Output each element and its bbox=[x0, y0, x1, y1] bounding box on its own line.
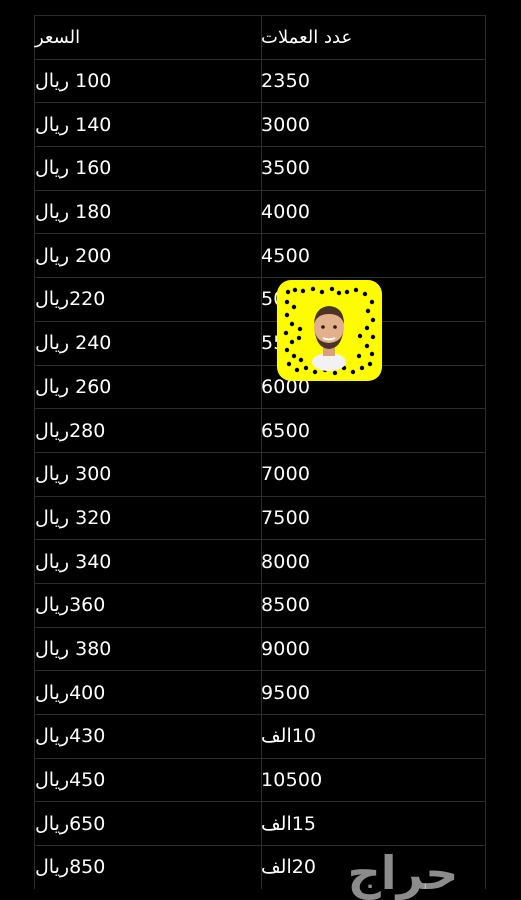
coins-cell: 10الف bbox=[261, 725, 316, 748]
coins-cell: 7000 bbox=[261, 463, 311, 486]
price-cell: 180 ريال bbox=[35, 201, 112, 224]
coins-cell: 4500 bbox=[261, 244, 311, 267]
table-row: 3000 140 ريال bbox=[34, 102, 486, 147]
snapcode-graphic bbox=[283, 286, 376, 376]
snapcode-icon[interactable] bbox=[277, 280, 382, 381]
price-cell: 220ريال bbox=[35, 288, 106, 311]
coins-cell: 4000 bbox=[261, 201, 311, 224]
table-row: 7500 320 ريال bbox=[34, 495, 486, 540]
coins-cell: 6500 bbox=[261, 419, 311, 442]
price-cell: 240 ريال bbox=[35, 332, 112, 355]
haraj-watermark: حراج bbox=[347, 845, 459, 900]
coins-cell: 10500 bbox=[261, 769, 323, 792]
table-row: 15الف 650ريال bbox=[34, 801, 486, 846]
price-cell: 200 ريال bbox=[35, 244, 112, 267]
table-row: 4500 200 ريال bbox=[34, 233, 486, 278]
table-row: 8500 360ريال bbox=[34, 582, 486, 627]
table-row: 5000220ريال bbox=[34, 277, 486, 321]
price-cell: 400ريال bbox=[35, 681, 106, 704]
table-row: 6000 260 ريال bbox=[34, 364, 486, 409]
coins-cell: 15الف bbox=[261, 812, 316, 835]
table-row: 5500240 ريال bbox=[34, 320, 486, 365]
price-cell: 280ريال bbox=[35, 419, 106, 442]
table-row: 7000 300 ريال bbox=[34, 451, 486, 496]
price-cell: 650ريال bbox=[35, 812, 106, 835]
price-cell: 340 ريال bbox=[35, 550, 112, 573]
price-cell: 450ريال bbox=[35, 769, 106, 792]
price-cell: 160 ريال bbox=[35, 157, 112, 180]
coins-cell: 3500 bbox=[261, 157, 311, 180]
coins-cell: 9000 bbox=[261, 637, 311, 660]
price-table: عدد العملات السعر 2350 100 ريال 3000 140 ري… bbox=[34, 15, 486, 889]
price-cell: 320 ريال bbox=[35, 506, 112, 529]
coins-cell: 2350 bbox=[261, 70, 311, 93]
table-header-row: عدد العملات السعر bbox=[34, 15, 486, 59]
table-row: 2350 100 ريال bbox=[34, 58, 486, 103]
price-cell: 430ريال bbox=[35, 725, 106, 748]
coins-cell: 9500 bbox=[261, 681, 311, 704]
price-cell: 100 ريال bbox=[35, 70, 112, 93]
coins-cell: 7500 bbox=[261, 506, 311, 529]
price-cell: 380 ريال bbox=[35, 637, 112, 660]
table-row: 10500 450ريال bbox=[34, 757, 486, 802]
table-row: 9000 380 ريال bbox=[34, 626, 486, 671]
coins-cell: 8500 bbox=[261, 594, 311, 617]
price-cell: 850ريال bbox=[35, 856, 106, 879]
price-cell: 260 ريال bbox=[35, 375, 112, 398]
table-row: 10الف 430ريال bbox=[34, 714, 486, 758]
table-row: 9500 400ريال bbox=[34, 670, 486, 714]
header-price: السعر bbox=[35, 26, 81, 48]
table-row: 4000 180 ريال bbox=[34, 189, 486, 234]
table-row: 3500 160 ريال bbox=[34, 146, 486, 190]
table-row: 8000 340 ريال bbox=[34, 539, 486, 583]
price-cell: 360ريال bbox=[35, 594, 106, 617]
table-row: 6500 280ريال bbox=[34, 408, 486, 452]
price-cell: 140 ريال bbox=[35, 113, 112, 136]
coins-cell: 3000 bbox=[261, 113, 311, 136]
coins-cell: 8000 bbox=[261, 550, 311, 573]
header-coins: عدد العملات bbox=[261, 26, 353, 48]
price-cell: 300 ريال bbox=[35, 463, 112, 486]
